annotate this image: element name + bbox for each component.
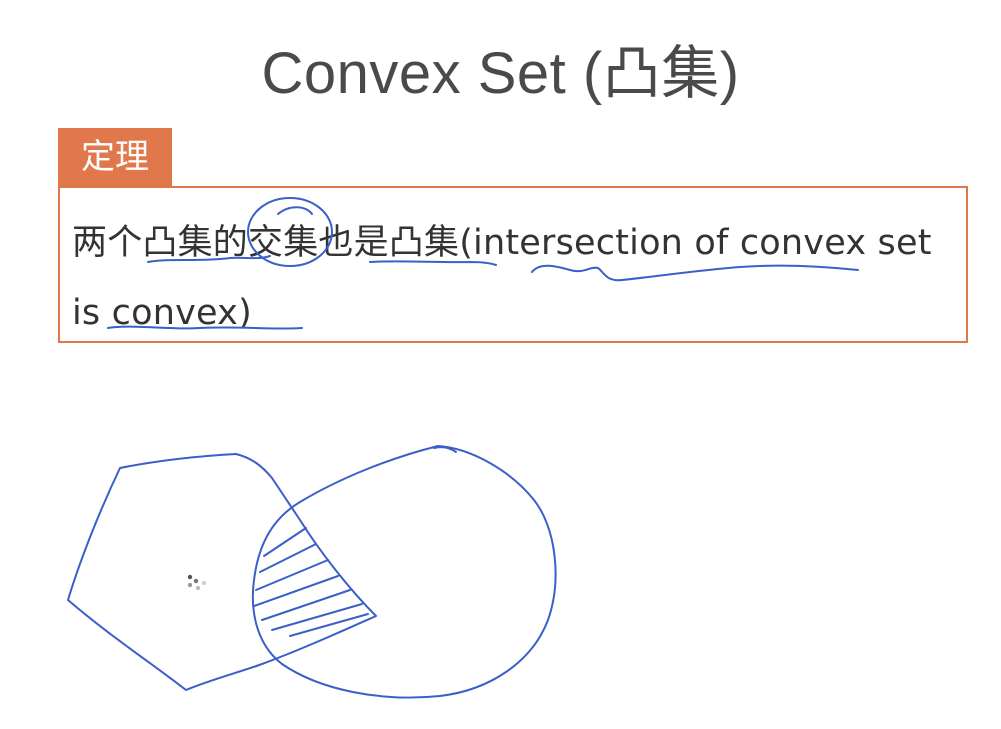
intersection-hatch-3: [255, 559, 329, 591]
intersection-hatch-5: [261, 589, 351, 621]
convex-circle-start-stroke: [433, 446, 457, 453]
intersection-hatch-7: [289, 613, 369, 637]
intersection-hatch-1: [263, 527, 307, 557]
theorem-box: 两个凸集的交集也是凸集(intersection of convex set i…: [58, 186, 968, 343]
convex-circle-drawing: [251, 445, 557, 699]
theorem-text: 两个凸集的交集也是凸集(intersection of convex set i…: [72, 223, 932, 333]
intersection-hatch-4: [253, 575, 339, 607]
intersection-hatch-6: [271, 603, 363, 631]
theorem-tag: 定理: [58, 128, 172, 187]
intersection-hatch-2: [259, 543, 317, 573]
pen-cursor-icon: [187, 574, 206, 591]
slide-title: Convex Set (凸集): [261, 41, 740, 106]
convex-polygon-drawing: [67, 453, 377, 691]
